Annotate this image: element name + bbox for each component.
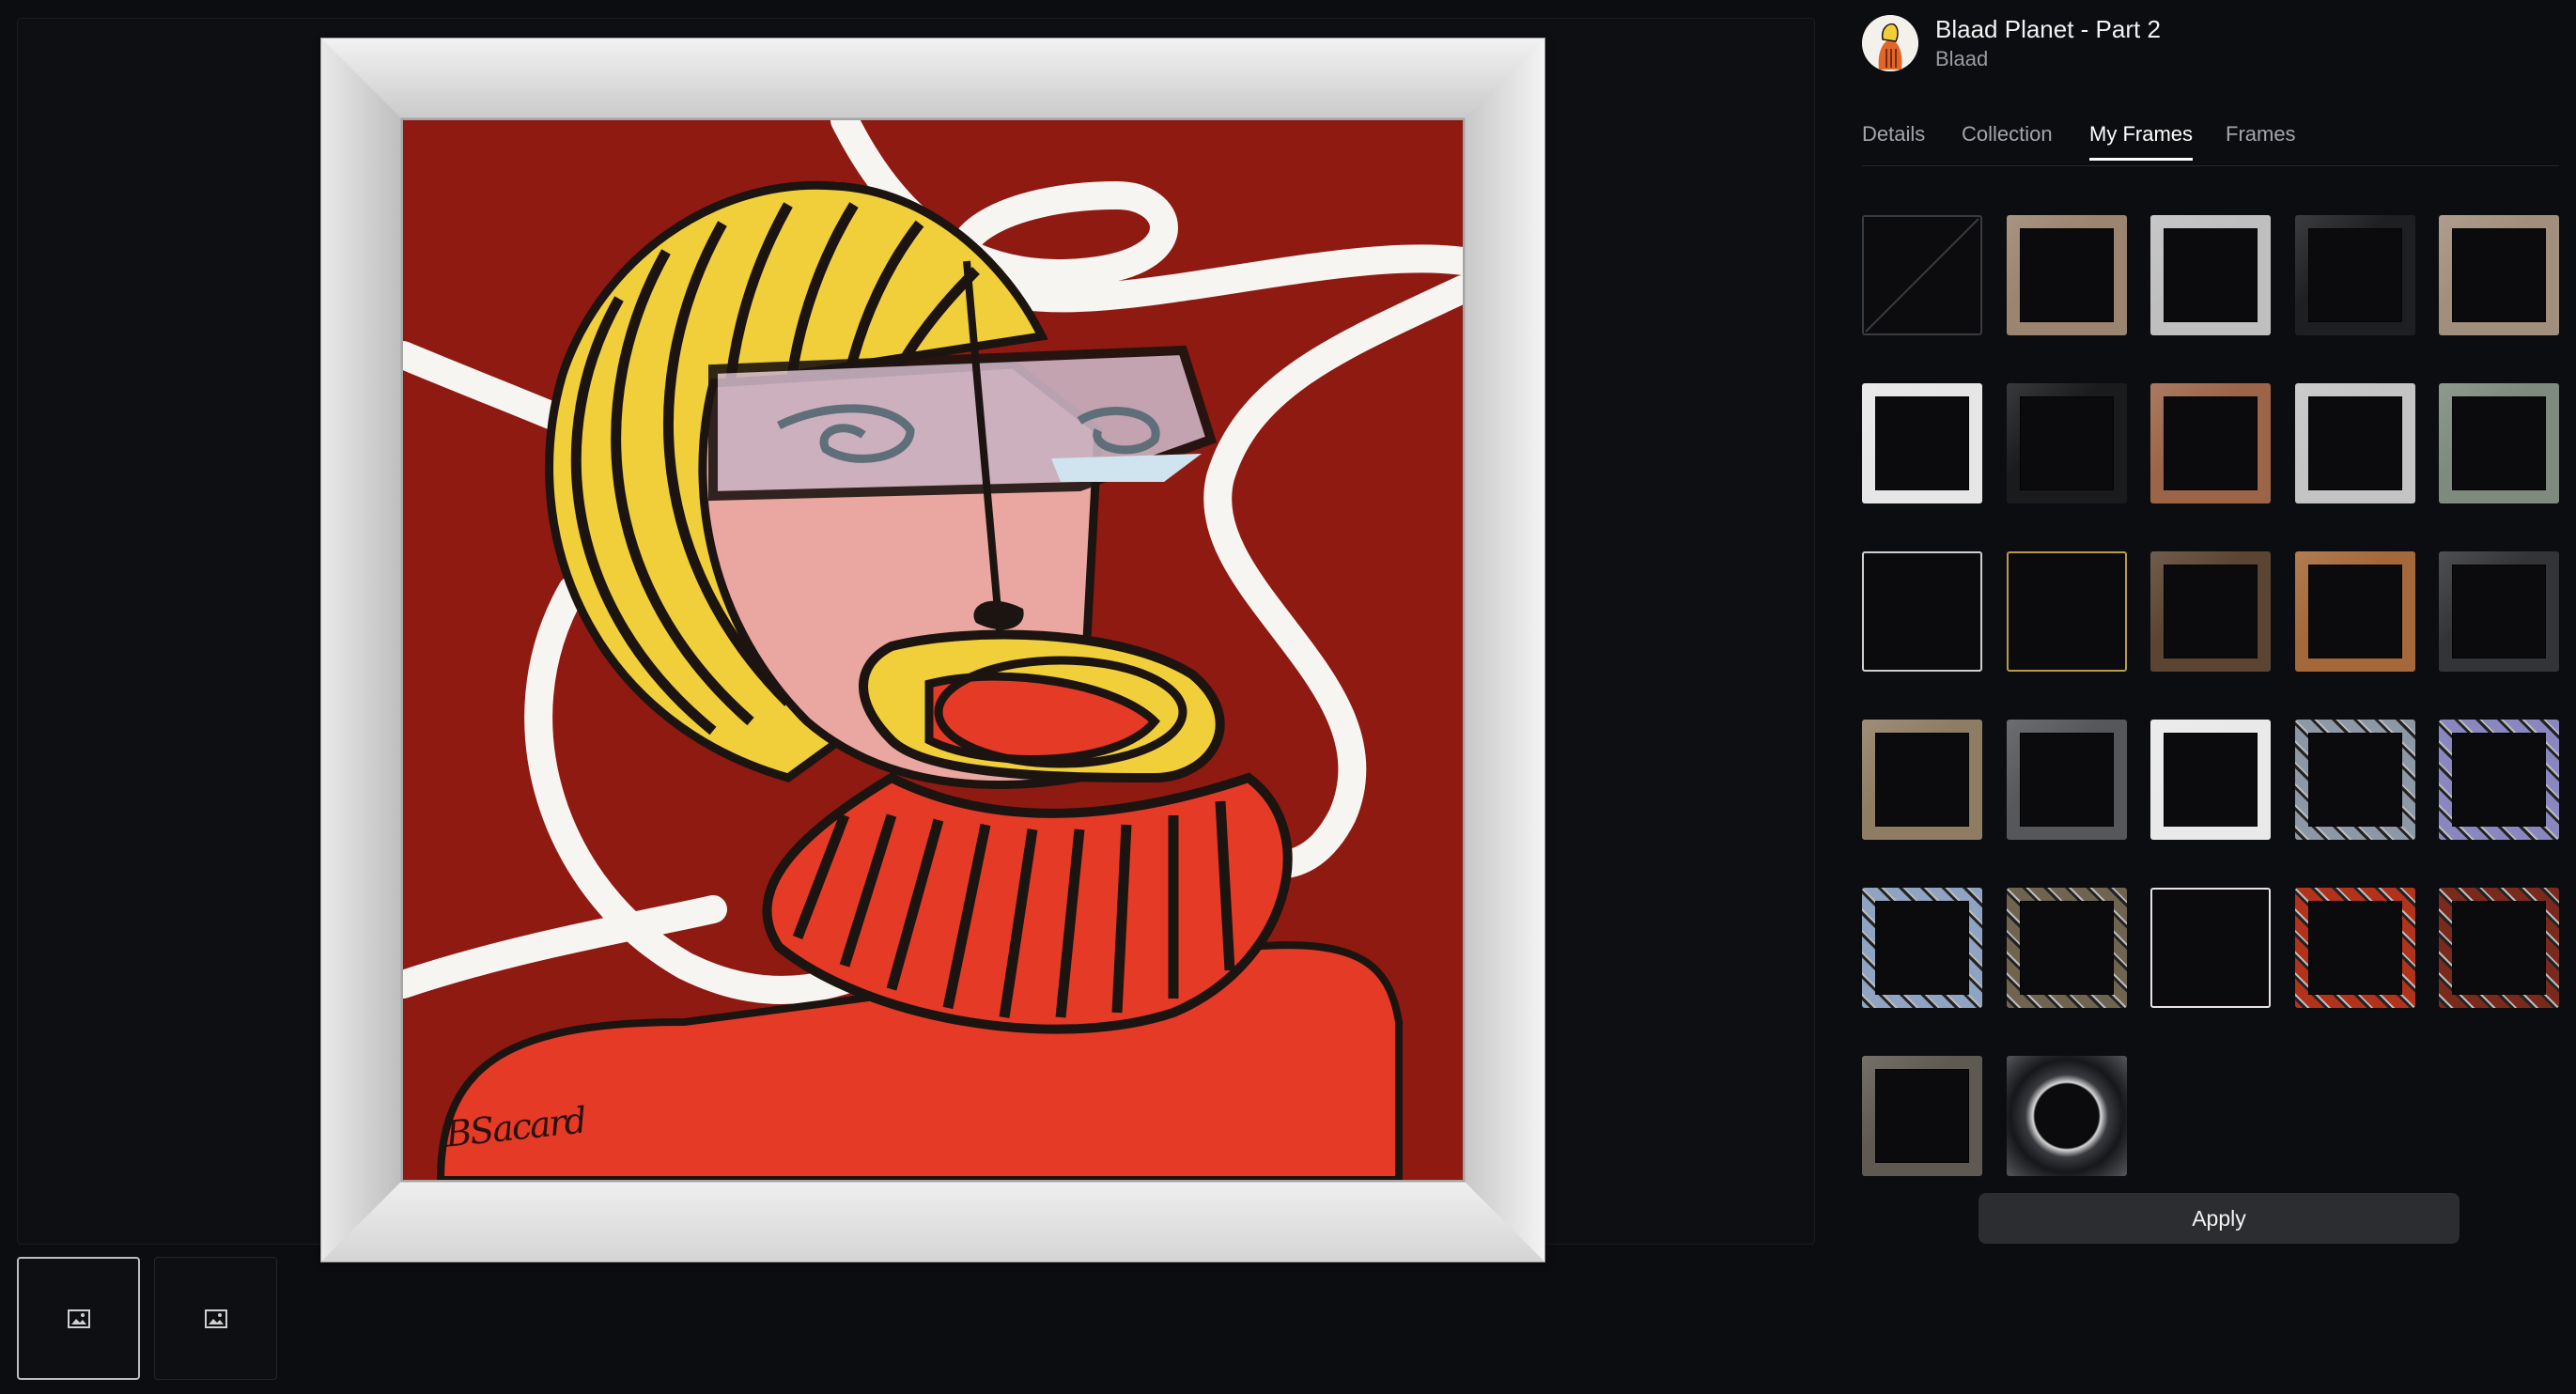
frame-preview-opening (1875, 901, 1969, 995)
artist-name[interactable]: Blaad (1935, 47, 1988, 71)
frame-option[interactable] (2007, 720, 2127, 840)
frame-option[interactable] (2295, 720, 2415, 840)
frame-preview-opening (2308, 228, 2402, 322)
artwork-stage: BSacard (17, 18, 1815, 1262)
frame-preview-opening (2452, 901, 2546, 995)
frame-preview-opening (2020, 733, 2114, 827)
frame-option[interactable] (2007, 383, 2127, 503)
frame-preview-opening (1875, 1069, 1969, 1163)
frame-preview-opening (2452, 228, 2546, 322)
frame-preview-opening (2308, 565, 2402, 658)
thumbnail-2[interactable] (154, 1257, 277, 1380)
frame-option[interactable] (2295, 215, 2415, 335)
frame-option[interactable] (2007, 551, 2127, 672)
frame-preview-opening (2452, 396, 2546, 490)
frame-option[interactable] (2439, 383, 2559, 503)
frame-preview-opening (2020, 901, 2114, 995)
frame-preview-opening (2164, 565, 2258, 658)
frame-option[interactable] (2150, 720, 2271, 840)
tab-frames[interactable]: Frames (2226, 122, 2296, 158)
frame-preview-opening (2452, 565, 2546, 658)
image-icon (204, 1309, 227, 1328)
frame-option[interactable] (2150, 551, 2271, 672)
frame-option[interactable] (1862, 720, 1982, 840)
frame-preview-opening (2164, 733, 2258, 827)
frame-option[interactable] (2439, 551, 2559, 672)
frame-preview-opening (2308, 396, 2402, 490)
apply-button[interactable]: Apply (1979, 1193, 2460, 1244)
thumbnail-1[interactable] (17, 1257, 140, 1380)
frame-option[interactable] (1862, 888, 1982, 1008)
image-icon (67, 1309, 90, 1328)
frame-preview-opening (2020, 228, 2114, 322)
frame-option[interactable] (2295, 551, 2415, 672)
frame-preview-opening (1875, 733, 1969, 827)
frame-option[interactable] (2295, 888, 2415, 1008)
tab-collection[interactable]: Collection (1962, 122, 2053, 158)
frame-option[interactable] (2150, 383, 2271, 503)
frame-preview-opening (2308, 733, 2402, 827)
frame-option[interactable] (2007, 888, 2127, 1008)
frame-grid (1862, 215, 2561, 1177)
frame-preview-opening (2452, 733, 2546, 827)
frame-option[interactable] (2007, 215, 2127, 335)
frame-option[interactable] (2439, 888, 2559, 1008)
frame-panel: Blaad Planet - Part 2 Blaad Details Coll… (1841, 0, 2576, 1394)
frame-preview-opening (2164, 228, 2258, 322)
frame-option[interactable] (2439, 720, 2559, 840)
frame-option[interactable] (1862, 551, 1982, 672)
frame-preview-opening (2164, 396, 2258, 490)
tab-details[interactable]: Details (1862, 122, 1925, 158)
frame-preview-opening (2308, 901, 2402, 995)
frame-preview-opening (1875, 396, 1969, 490)
tab-my-frames[interactable]: My Frames (2089, 122, 2193, 161)
frame-preview-opening (2020, 396, 2114, 490)
frame-option[interactable] (2295, 383, 2415, 503)
frame-option[interactable] (2150, 888, 2271, 1008)
frame-option[interactable] (1862, 1056, 1982, 1176)
frame-option-none[interactable] (1862, 215, 1982, 335)
frame-option[interactable] (2007, 1056, 2127, 1176)
frame-option[interactable] (2439, 215, 2559, 335)
frame-option[interactable] (2150, 215, 2271, 335)
no-frame-icon (1865, 218, 1979, 333)
artist-avatar[interactable] (1862, 15, 1918, 71)
frame-option[interactable] (1862, 383, 1982, 503)
artwork-title: Blaad Planet - Part 2 (1935, 15, 2161, 43)
tab-bar: Details Collection My Frames Frames (1862, 122, 2559, 166)
artwork-image (403, 120, 1463, 1180)
